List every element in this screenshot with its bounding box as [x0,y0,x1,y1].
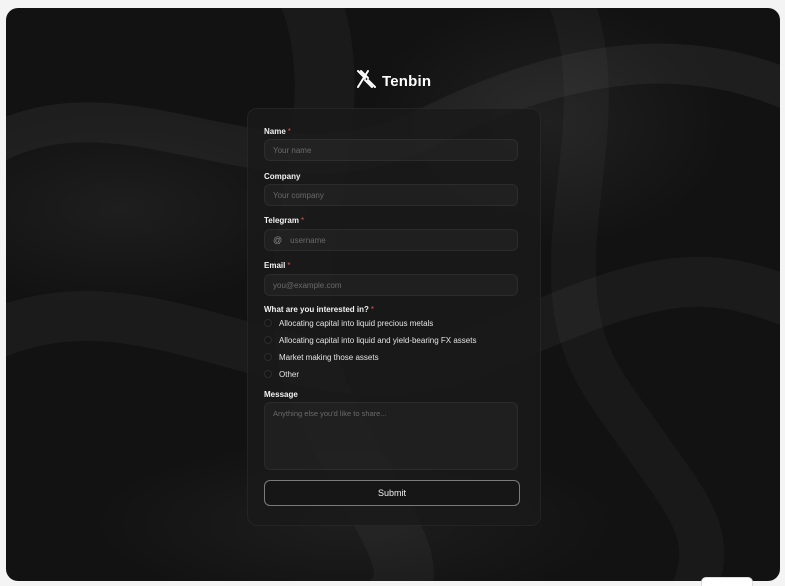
page-background: Tenbin Name * Your name Company Your comp… [6,8,780,581]
telegram-label: Telegram * [264,216,305,225]
name-input[interactable]: Your name [264,139,518,161]
submit-button[interactable]: Submit [264,480,520,506]
company-label: Company [264,172,301,181]
contact-form: Name * Your name Company Your company Tel… [247,108,541,526]
name-label: Name * [264,127,291,136]
telegram-input[interactable]: @ username [264,229,518,251]
brand-logo[interactable]: Tenbin [356,68,431,94]
tenbin-logo-icon [356,69,376,94]
radio-circle[interactable] [264,319,272,327]
interest-option[interactable]: Allocating capital into liquid precious … [264,317,433,329]
message-label: Message [264,390,298,399]
interests-label: What are you interested in? * [264,305,375,314]
company-input[interactable]: Your company [264,184,518,206]
interest-option[interactable]: Allocating capital into liquid and yield… [264,334,476,346]
at-prefix: @ [273,235,283,245]
interest-option[interactable]: Other [264,368,299,380]
radio-circle[interactable] [264,353,272,361]
interest-option[interactable]: Market making those assets [264,351,379,363]
message-textarea[interactable]: Anything else you'd like to share... [264,402,518,470]
radio-circle[interactable] [264,370,272,378]
brand-name: Tenbin [382,72,432,90]
email-input[interactable]: you@example.com [264,274,518,296]
email-label: Email * [264,261,291,270]
radio-circle[interactable] [264,336,272,344]
